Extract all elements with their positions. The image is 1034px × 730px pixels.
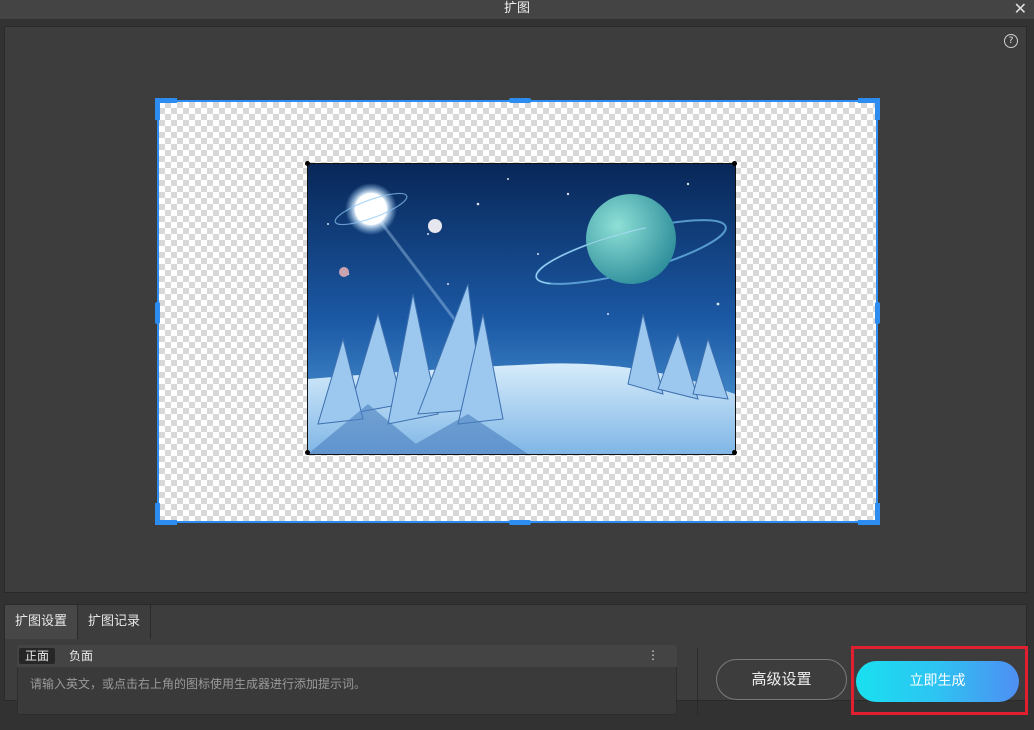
- image-corner-point: [732, 450, 737, 455]
- image-corner-point: [305, 450, 310, 455]
- window-title: 扩图: [503, 1, 530, 16]
- advanced-settings-button[interactable]: 高级设置: [716, 659, 847, 700]
- generate-now-button[interactable]: 立即生成: [856, 661, 1019, 702]
- tab-expand-settings[interactable]: 扩图设置: [5, 605, 79, 639]
- tab-negative-prompt[interactable]: 负面: [63, 648, 99, 664]
- tab-expand-history[interactable]: 扩图记录: [78, 605, 152, 639]
- settings-tabs: 扩图设置 扩图记录: [5, 605, 152, 639]
- frame-handle-top-left-vertical[interactable]: [155, 98, 160, 120]
- frame-handle-right[interactable]: [875, 302, 880, 324]
- prompt-box: 正面 负面 ⋮: [17, 645, 677, 719]
- image-corner-point: [732, 161, 737, 166]
- title-bar: 扩图 ✕: [0, 0, 1034, 19]
- canvas-panel: ?: [4, 26, 1027, 593]
- help-icon[interactable]: ?: [1004, 34, 1018, 48]
- prompt-input[interactable]: [17, 667, 677, 715]
- frame-handle-top-right-vertical[interactable]: [875, 98, 880, 120]
- frame-handle-bottom-left-vertical[interactable]: [155, 503, 160, 525]
- image-corner-point: [305, 161, 310, 166]
- frame-handle-bottom[interactable]: [509, 520, 531, 525]
- close-icon[interactable]: ✕: [1014, 0, 1027, 19]
- source-image[interactable]: [307, 163, 736, 455]
- space-scene-illustration: [308, 164, 735, 454]
- expand-frame[interactable]: [155, 98, 880, 525]
- more-vertical-icon[interactable]: ⋮: [647, 648, 659, 662]
- frame-handle-bottom-right-vertical[interactable]: [875, 503, 880, 525]
- settings-panel: 扩图设置 扩图记录 正面 负面 ⋮ 高级设置 立即生成: [4, 604, 1028, 715]
- tab-positive-prompt[interactable]: 正面: [19, 648, 56, 664]
- divider: [697, 648, 698, 715]
- frame-handle-left[interactable]: [155, 302, 160, 324]
- prompt-header: 正面 负面 ⋮: [17, 645, 677, 667]
- frame-handle-top[interactable]: [509, 98, 531, 103]
